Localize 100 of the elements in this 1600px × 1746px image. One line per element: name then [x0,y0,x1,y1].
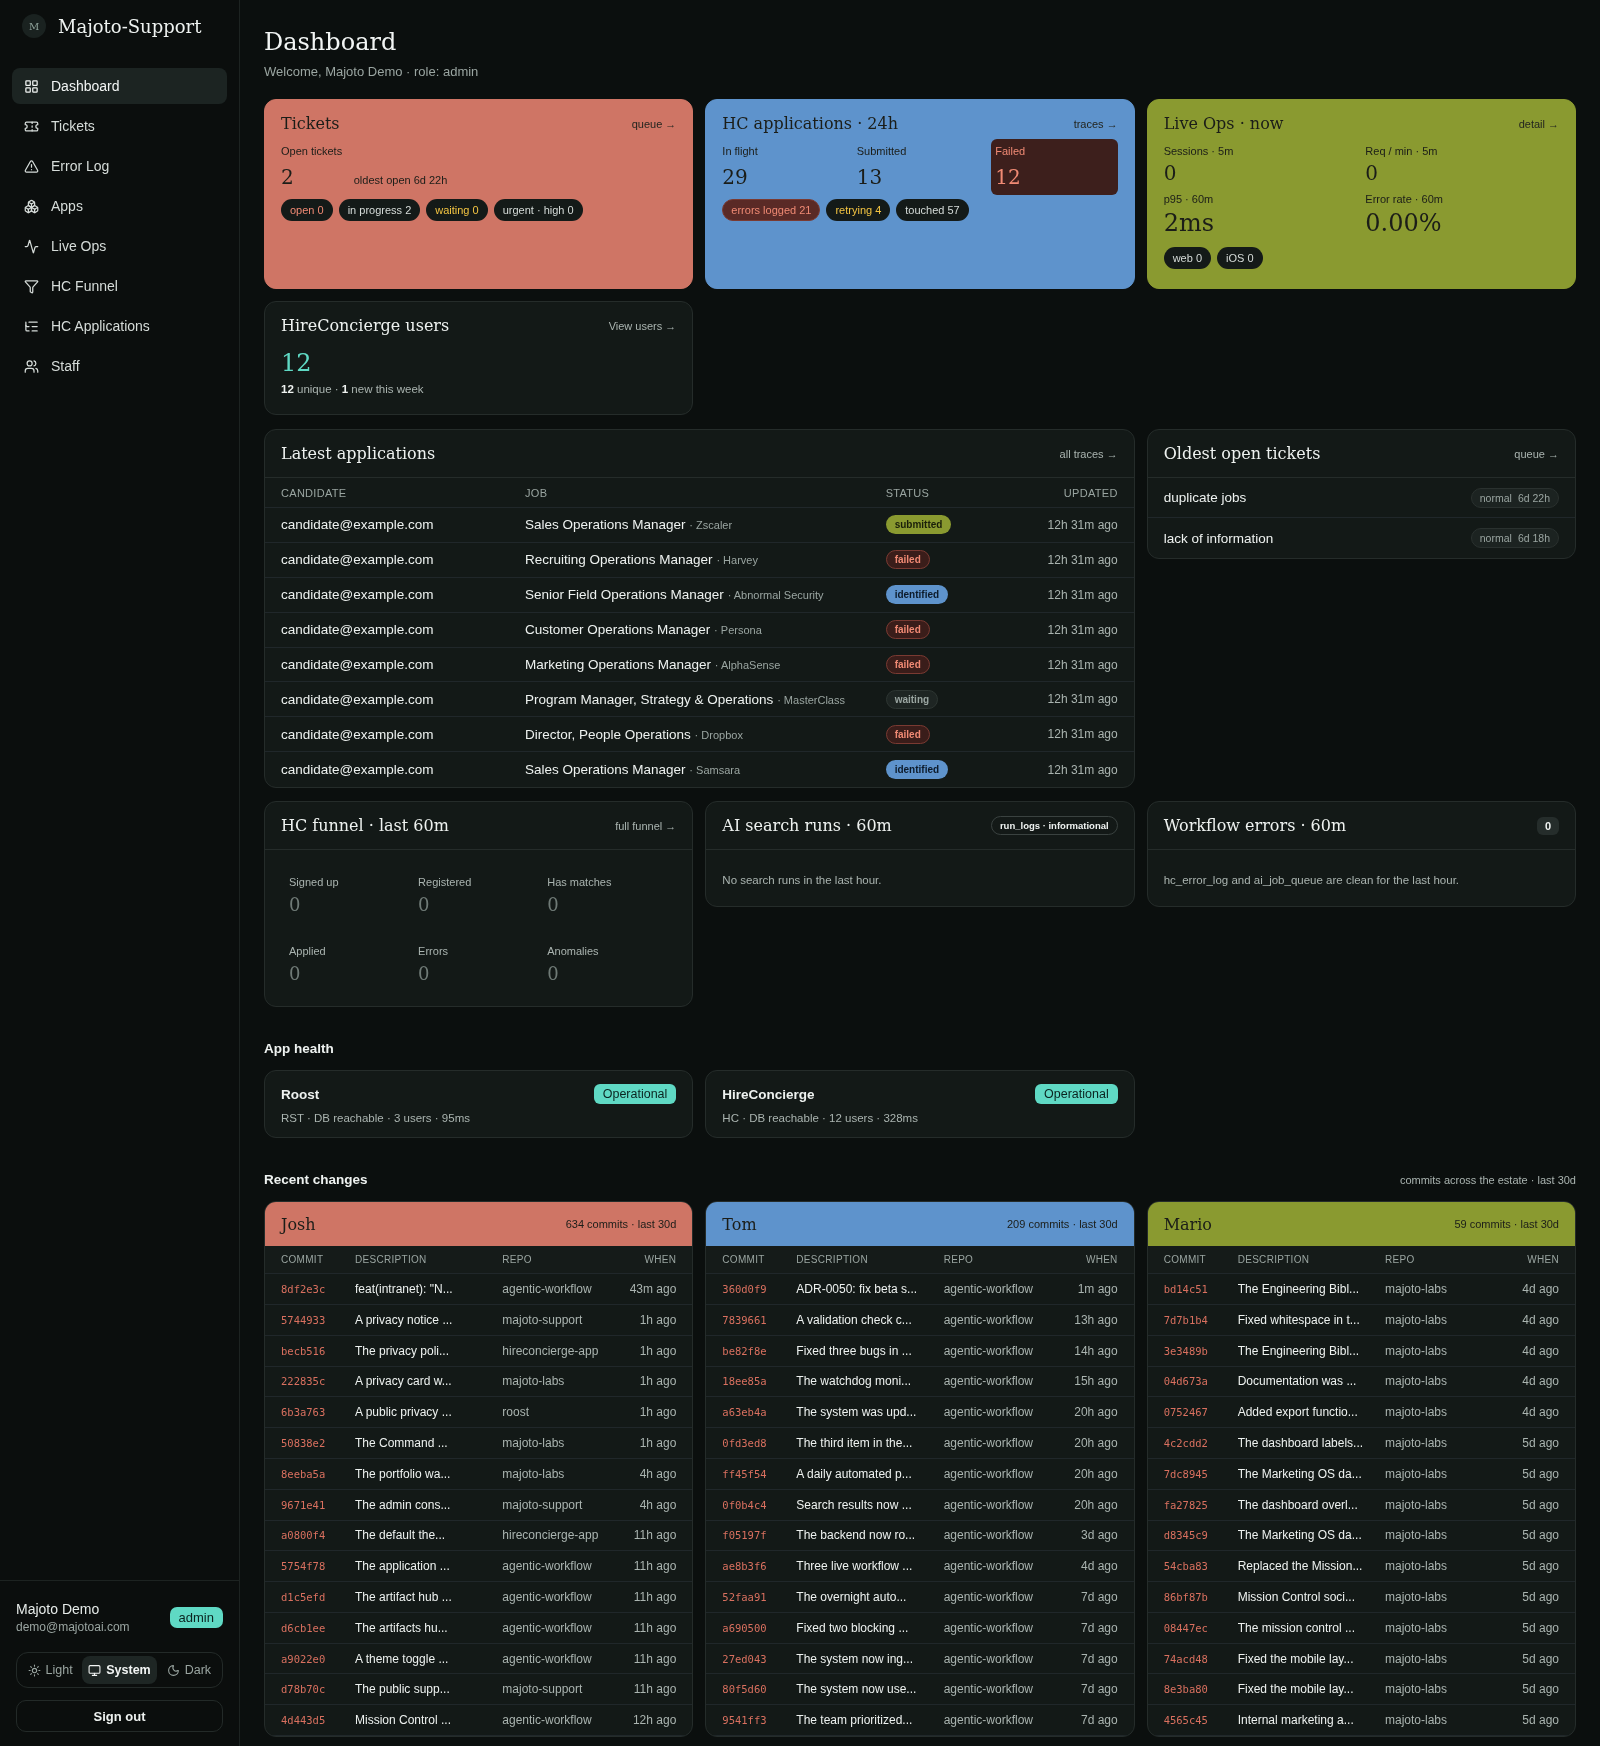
ticket-row[interactable]: duplicate jobs normal 6d 22h [1147,478,1575,518]
repo-name: majoto-support [502,1497,584,1512]
repo-name: agentic-workflow [943,1436,1035,1450]
repo-name: agentic-workflow [943,1590,1035,1604]
repo-name: agentic-workflow [943,1682,1035,1697]
commit-time: 1h ago [638,1436,677,1450]
status-pill: open 0 [281,199,333,221]
sidebar-item[interactable]: Dashboard [12,68,227,104]
candidate-email: candidate@example.com [281,587,435,603]
status-pill: in progress 2 [338,199,421,221]
commit-hash: d8345c9 [1163,1529,1209,1542]
ticket-age: 6d 18h [1517,532,1550,544]
repo-name: roost [502,1405,530,1420]
users-note: 12 unique · 1 new this week [281,383,425,395]
status-pill: waiting 0 [426,199,488,221]
commit-time: 20h ago [1073,1466,1118,1481]
candidate-email: candidate@example.com [281,517,435,533]
repo-name: agentic-workflow [502,1713,593,1728]
people-icon [24,358,39,374]
card-title: Tickets [281,114,340,133]
commit-description: The default the... [355,1528,447,1543]
column-header: UPDATED [1062,486,1118,499]
detail-link[interactable]: detail → [1518,117,1559,130]
commit-time: 1h ago [638,1343,677,1358]
sidebar-item[interactable]: Live Ops [12,228,227,264]
commit-description: The system was upd... [796,1405,918,1420]
theme-option[interactable]: Dark [158,1656,219,1684]
commit-description: Replaced the Mission... [1237,1559,1364,1574]
full-funnel-link[interactable]: full funnel → [615,819,677,832]
section-title: Recent changes [264,1172,368,1188]
sidebar-item[interactable]: HC Applications [12,308,227,344]
status-badge: failed [885,620,930,640]
sidebar-item[interactable]: HC Funnel [12,268,227,304]
page-subtitle: Welcome, Majoto Demo · role: admin [264,64,480,79]
user-email: demo@majotoai.com [16,1620,130,1634]
commit-time: 4d ago [1521,1405,1559,1420]
updated-time: 12h 31m ago [1046,517,1118,532]
commit-description: A privacy notice ... [355,1312,454,1327]
column-header: COMMIT [281,1254,325,1266]
commit-time: 7d ago [1079,1620,1118,1635]
stat-label: Registered [418,876,473,889]
view-users-link[interactable]: View users → [608,319,677,332]
commit-time: 11h ago [632,1651,677,1666]
commit-hash: 8df2e3c [281,1283,327,1295]
ticket-row[interactable]: lack of information normal 6d 18h [1147,518,1575,558]
stat-label: Signed up [289,876,340,889]
column-header: REPO [502,1254,533,1266]
stat-value: 0 [289,894,302,916]
sign-out-button[interactable]: Sign out [16,1700,223,1732]
commit-hash: 7dc8945 [1163,1467,1209,1480]
author-name: Tom [722,1214,757,1234]
card-title: Live Ops · now [1163,114,1284,133]
repo-name: agentic-workflow [502,1620,593,1635]
repo-name: majoto-labs [502,1436,566,1450]
commit-description: The system now use... [796,1682,918,1697]
repo-name: majoto-support [502,1682,584,1697]
commit-hash: 4c2cdd2 [1163,1437,1209,1449]
commit-hash: 08447ec [1163,1621,1209,1634]
app-name: HireConcierge [722,1086,815,1102]
repo-name: majoto-labs [1385,1713,1449,1728]
commit-description: The third item in the... [796,1436,914,1450]
sidebar-item[interactable]: Staff [12,348,227,384]
commit-description: Documentation was ... [1237,1374,1358,1389]
theme-option[interactable]: System [82,1656,157,1684]
commit-description: The dashboard labels... [1237,1436,1365,1450]
commit-hash: 8eeba5a [281,1467,327,1480]
status-badge: identified [885,585,949,605]
commit-hash: 360d0f9 [722,1283,768,1295]
stat-value: 0 [547,894,560,916]
repo-name: majoto-labs [1385,1436,1449,1450]
stat-value: 2ms [1163,209,1215,237]
sidebar-item[interactable]: Tickets [12,108,227,144]
commit-time: 4h ago [638,1466,677,1481]
stat-label: Applied [289,945,327,958]
updated-time: 12h 31m ago [1046,762,1118,777]
commit-description: A privacy card w... [355,1374,453,1389]
theme-option[interactable]: Light [20,1656,81,1684]
column-header: DESCRIPTION [355,1254,428,1266]
author-name: Mario [1163,1214,1212,1234]
commit-description: The admin cons... [355,1497,452,1512]
column-header: JOB [525,486,549,499]
brand-name: Majoto-Support [58,15,202,37]
traces-link[interactable]: traces → [1073,117,1118,130]
section-note: commits across the estate · last 30d [1399,1174,1576,1187]
commit-description: The dashboard overl... [1237,1497,1359,1512]
status-pill: touched 57 [896,199,969,221]
repo-name: majoto-labs [1385,1682,1449,1697]
status-pill: iOS 0 [1217,247,1263,269]
sidebar-item[interactable]: Apps [12,188,227,224]
repo-name: agentic-workflow [943,1713,1035,1728]
commit-time: 3d ago [1079,1528,1118,1543]
queue-link[interactable]: queue → [631,117,677,130]
sidebar-item[interactable]: Error Log [12,148,227,184]
commit-description: The portfolio wa... [355,1466,452,1481]
ticket-title: duplicate jobs [1163,490,1247,505]
repo-name: majoto-labs [1385,1559,1449,1574]
commit-description: The team prioritized... [796,1713,914,1728]
all-traces-link[interactable]: all traces → [1059,447,1118,460]
repo-name: agentic-workflow [943,1497,1035,1512]
queue-link[interactable]: queue → [1514,447,1559,460]
